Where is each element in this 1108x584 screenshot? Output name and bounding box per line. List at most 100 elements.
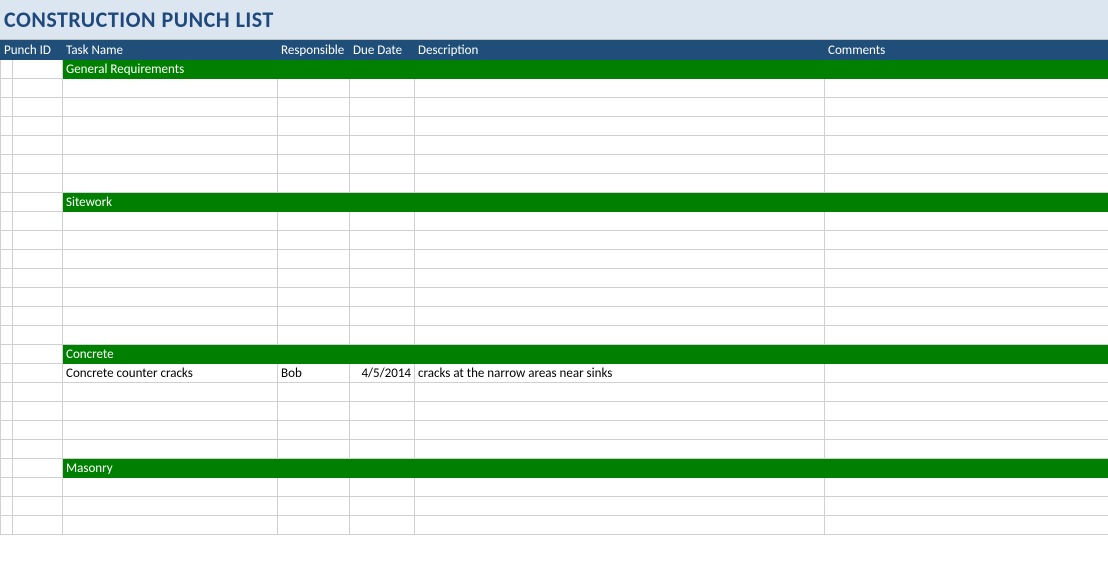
cell-due-date[interactable] <box>350 307 415 326</box>
cell-task-name[interactable] <box>63 117 278 136</box>
cell-due-date[interactable] <box>350 79 415 98</box>
cell-punch-id[interactable] <box>13 421 63 440</box>
cell-due-date[interactable] <box>350 117 415 136</box>
cell-responsible[interactable] <box>278 307 350 326</box>
cell-task-name[interactable] <box>63 79 278 98</box>
cell-description[interactable] <box>415 421 825 440</box>
cell-responsible[interactable] <box>278 497 350 516</box>
row-gap-cell[interactable] <box>1 98 13 117</box>
cell-comments[interactable] <box>825 383 1108 402</box>
cell-task-name[interactable] <box>63 383 278 402</box>
cell-responsible[interactable] <box>278 326 350 345</box>
row-gap-cell[interactable] <box>1 79 13 98</box>
cell-description[interactable]: cracks at the narrow areas near sinks <box>415 364 825 383</box>
cell-task-name[interactable] <box>63 136 278 155</box>
cell-responsible[interactable] <box>278 231 350 250</box>
cell-task-name[interactable] <box>63 440 278 459</box>
cell-due-date[interactable] <box>350 269 415 288</box>
cell-responsible[interactable] <box>278 155 350 174</box>
cell-punch-id[interactable] <box>13 250 63 269</box>
cell-description[interactable] <box>415 383 825 402</box>
cell-task-name[interactable] <box>63 174 278 193</box>
cell-task-name[interactable] <box>63 307 278 326</box>
cell-description[interactable] <box>415 326 825 345</box>
cell-punch-id[interactable] <box>13 326 63 345</box>
cell-responsible[interactable] <box>278 136 350 155</box>
cell-comments[interactable] <box>825 421 1108 440</box>
row-gap-cell[interactable] <box>1 212 13 231</box>
cell-punch-id[interactable] <box>13 269 63 288</box>
cell-punch-id[interactable] <box>13 478 63 497</box>
cell-punch-id[interactable] <box>13 364 63 383</box>
cell-due-date[interactable] <box>350 497 415 516</box>
cell-description[interactable] <box>415 98 825 117</box>
row-gap-cell[interactable] <box>1 174 13 193</box>
cell-due-date[interactable] <box>350 250 415 269</box>
cell-punch-id[interactable] <box>13 117 63 136</box>
cell-punch-id[interactable] <box>13 402 63 421</box>
cell-due-date[interactable] <box>350 155 415 174</box>
cell-punch-id[interactable] <box>13 155 63 174</box>
cell-description[interactable] <box>415 250 825 269</box>
cell-comments[interactable] <box>825 288 1108 307</box>
cell-description[interactable] <box>415 174 825 193</box>
row-gap-cell[interactable] <box>1 497 13 516</box>
row-gap-cell[interactable] <box>1 421 13 440</box>
cell-task-name[interactable] <box>63 269 278 288</box>
cell-task-name[interactable]: Concrete counter cracks <box>63 364 278 383</box>
cell-responsible[interactable] <box>278 516 350 535</box>
cell-responsible[interactable] <box>278 79 350 98</box>
cell-due-date[interactable] <box>350 326 415 345</box>
cell-punch-id[interactable] <box>13 79 63 98</box>
cell-responsible[interactable] <box>278 440 350 459</box>
cell-task-name[interactable] <box>63 98 278 117</box>
cell-punch-id[interactable] <box>13 307 63 326</box>
cell-description[interactable] <box>415 155 825 174</box>
cell-punch-id[interactable] <box>13 383 63 402</box>
cell-comments[interactable] <box>825 269 1108 288</box>
cell-comments[interactable] <box>825 364 1108 383</box>
cell-description[interactable] <box>415 307 825 326</box>
cell-description[interactable] <box>415 136 825 155</box>
cell-responsible[interactable] <box>278 478 350 497</box>
cell-responsible[interactable] <box>278 250 350 269</box>
row-gap-cell[interactable] <box>1 155 13 174</box>
cell-task-name[interactable] <box>63 288 278 307</box>
cell-responsible[interactable] <box>278 117 350 136</box>
cell-comments[interactable] <box>825 79 1108 98</box>
cell-punch-id[interactable] <box>13 288 63 307</box>
cell-comments[interactable] <box>825 174 1108 193</box>
cell-punch-id[interactable] <box>13 440 63 459</box>
cell-due-date[interactable] <box>350 421 415 440</box>
cell-description[interactable] <box>415 478 825 497</box>
cell-comments[interactable] <box>825 212 1108 231</box>
cell-task-name[interactable] <box>63 478 278 497</box>
cell-comments[interactable] <box>825 136 1108 155</box>
cell-task-name[interactable] <box>63 250 278 269</box>
cell-comments[interactable] <box>825 497 1108 516</box>
row-gap-cell[interactable] <box>1 269 13 288</box>
cell-due-date[interactable] <box>350 478 415 497</box>
cell-task-name[interactable] <box>63 516 278 535</box>
cell-comments[interactable] <box>825 326 1108 345</box>
cell-description[interactable] <box>415 440 825 459</box>
row-gap-cell[interactable] <box>1 402 13 421</box>
cell-responsible[interactable] <box>278 288 350 307</box>
cell-punch-id[interactable] <box>13 212 63 231</box>
cell-description[interactable] <box>415 79 825 98</box>
row-gap-cell[interactable] <box>1 478 13 497</box>
cell-responsible[interactable] <box>278 421 350 440</box>
cell-responsible[interactable] <box>278 98 350 117</box>
cell-comments[interactable] <box>825 250 1108 269</box>
cell-responsible[interactable] <box>278 212 350 231</box>
cell-task-name[interactable] <box>63 326 278 345</box>
cell-responsible[interactable]: Bob <box>278 364 350 383</box>
row-gap-cell[interactable] <box>1 250 13 269</box>
cell-task-name[interactable] <box>63 155 278 174</box>
cell-comments[interactable] <box>825 155 1108 174</box>
row-gap-cell[interactable] <box>1 326 13 345</box>
cell-due-date[interactable] <box>350 231 415 250</box>
cell-responsible[interactable] <box>278 269 350 288</box>
cell-description[interactable] <box>415 288 825 307</box>
cell-description[interactable] <box>415 516 825 535</box>
